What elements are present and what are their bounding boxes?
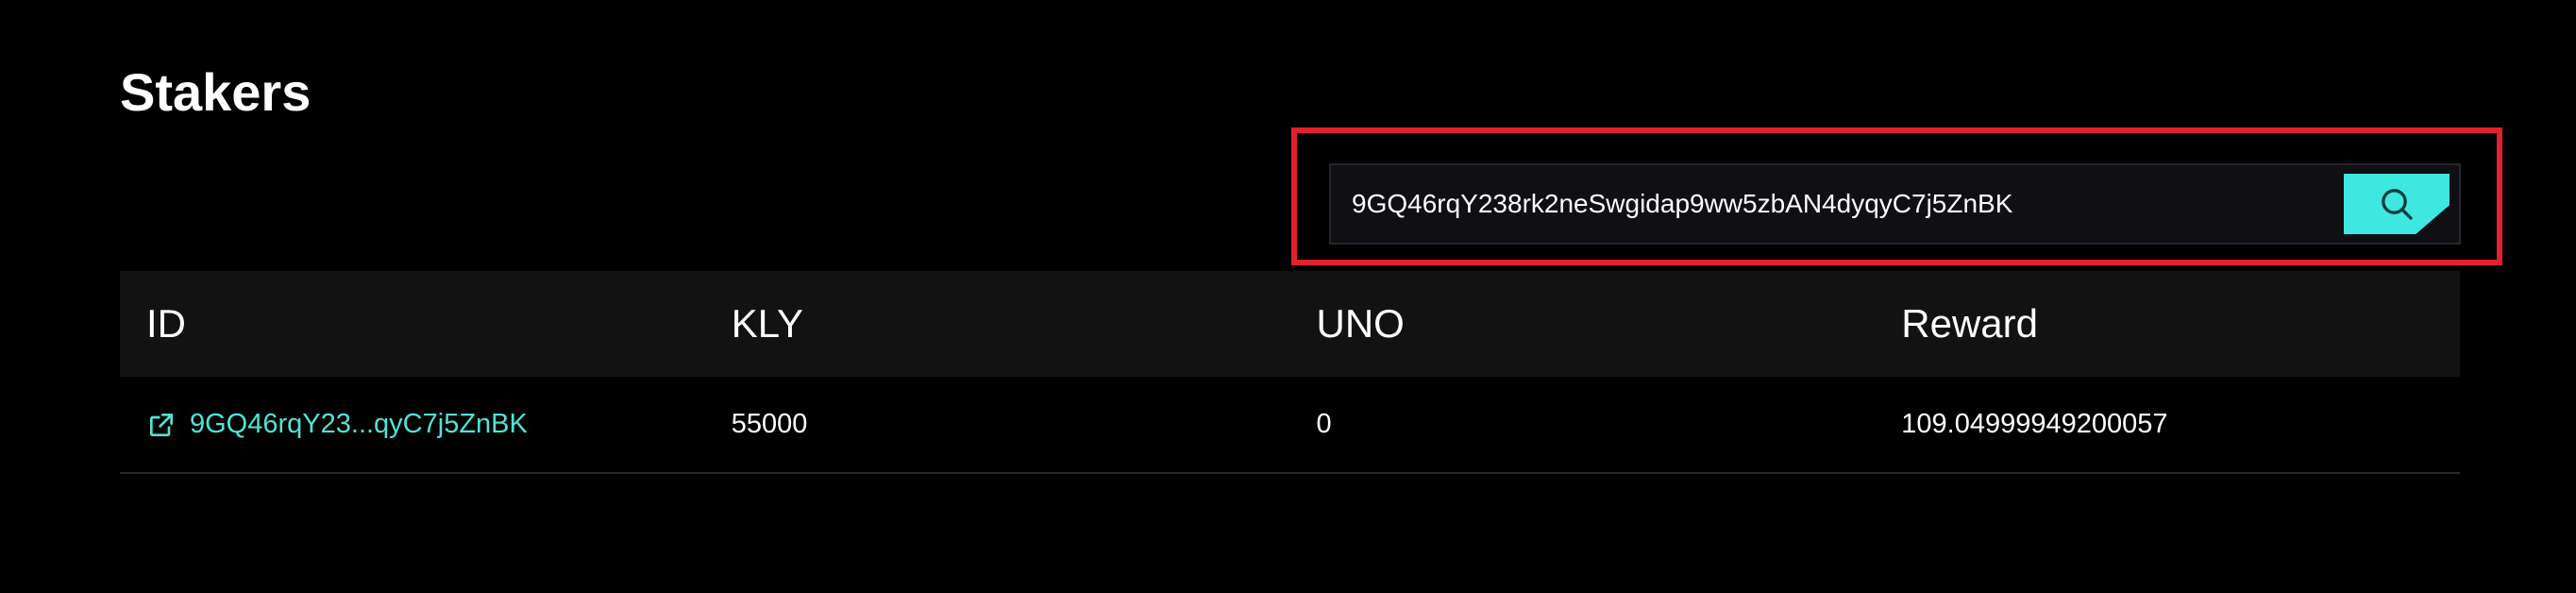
cell-id: 9GQ46rqY23...qyC7j5ZnBK xyxy=(120,409,705,440)
page-title: Stakers xyxy=(120,62,311,122)
stakers-table: ID KLY UNO Reward 9GQ46rqY23...qyC7j5ZnB… xyxy=(120,271,2460,474)
cell-uno: 0 xyxy=(1316,409,1332,439)
column-header-reward[interactable]: Reward xyxy=(1875,301,2460,347)
search-button[interactable] xyxy=(2344,174,2450,234)
search-bar xyxy=(1329,163,2461,245)
search-input[interactable] xyxy=(1331,165,2344,243)
staker-id-link[interactable]: 9GQ46rqY23...qyC7j5ZnBK xyxy=(146,409,705,440)
stakers-page: Stakers ID KLY UNO Reward xyxy=(0,0,2576,593)
search-icon xyxy=(2382,189,2413,220)
table-row: 9GQ46rqY23...qyC7j5ZnBK 55000 0 109.0499… xyxy=(120,377,2460,474)
column-header-kly[interactable]: KLY xyxy=(705,301,1290,347)
staker-id-text: 9GQ46rqY23...qyC7j5ZnBK xyxy=(190,409,528,439)
cell-kly: 55000 xyxy=(731,409,808,439)
table-header: ID KLY UNO Reward xyxy=(120,271,2460,377)
column-header-id[interactable]: ID xyxy=(120,301,705,347)
external-link-icon xyxy=(146,410,177,440)
column-header-uno[interactable]: UNO xyxy=(1290,301,1876,347)
cell-reward: 109.04999949200057 xyxy=(1901,409,2168,439)
